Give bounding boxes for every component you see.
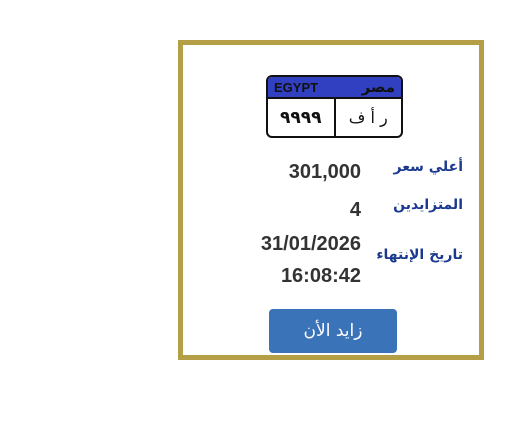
- end-date-value: 31/01/2026: [260, 233, 361, 255]
- highest-price-label: أعلي سعر: [393, 159, 464, 175]
- end-date-label: تاريخ الإنتهاء: [376, 247, 463, 263]
- bidders-value: 4: [349, 199, 361, 221]
- plate-header: EGYPT مصر: [268, 77, 401, 99]
- license-plate: EGYPT مصر ٩٩٩٩ ر أ ف: [266, 75, 403, 138]
- plate-letters: ر أ ف: [333, 99, 402, 136]
- bid-now-button[interactable]: زايد الأن: [269, 309, 397, 353]
- plate-numbers: ٩٩٩٩: [279, 107, 322, 128]
- plate-country-ar: مصر: [361, 78, 395, 96]
- end-time-value: 16:08:42: [280, 265, 361, 287]
- plate-country-en: EGYPT: [274, 79, 319, 95]
- plate-body: ٩٩٩٩ ر أ ف: [268, 99, 401, 136]
- highest-price-value: 301,000: [288, 161, 361, 183]
- bidders-label: المتزايدين: [393, 197, 463, 213]
- auction-card: EGYPT مصر ٩٩٩٩ ر أ ف أعلي سعر 301,000 ال…: [178, 40, 484, 360]
